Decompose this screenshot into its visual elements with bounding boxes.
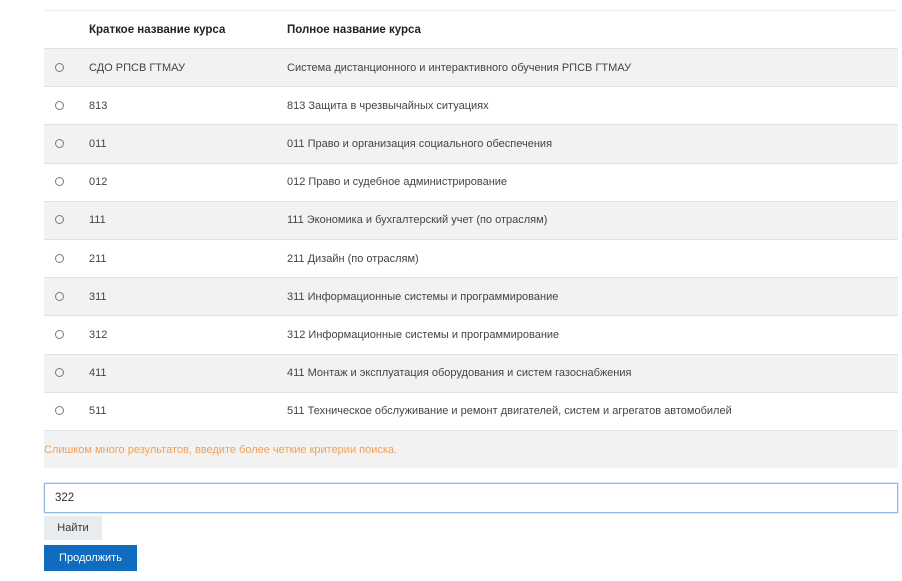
course-short-name: 813: [89, 99, 108, 112]
course-radio[interactable]: [55, 291, 64, 301]
too-many-results-warning: Слишком много результатов, введите более…: [44, 443, 398, 456]
course-radio[interactable]: [55, 368, 64, 378]
course-radio[interactable]: [55, 62, 64, 72]
table-header-row: Краткое название курса Полное название к…: [44, 10, 898, 49]
course-radio[interactable]: [55, 177, 64, 187]
course-full-name: 311 Информационные системы и программиро…: [287, 290, 559, 303]
continue-button[interactable]: Продолжить: [44, 545, 137, 571]
course-radio[interactable]: [55, 406, 64, 416]
course-full-name: 011 Право и организация социального обес…: [287, 137, 553, 150]
too-many-results-row: Слишком много результатов, введите более…: [44, 430, 898, 469]
course-short-name: СДО РПСВ ГТМАУ: [89, 61, 186, 74]
table-row[interactable]: 012 012 Право и судебное администрирован…: [44, 163, 898, 201]
course-radio[interactable]: [55, 253, 64, 263]
course-short-name: 311: [89, 290, 107, 303]
course-full-name: 411 Монтаж и эксплуатация оборудования и…: [287, 367, 632, 380]
course-table: Краткое название курса Полное название к…: [44, 10, 898, 469]
table-row[interactable]: 511 511 Техническое обслуживание и ремон…: [44, 392, 898, 430]
course-short-name: 511: [89, 405, 107, 418]
course-table-container: Краткое название курса Полное название к…: [44, 10, 898, 469]
course-radio[interactable]: [55, 329, 64, 339]
course-short-name: 411: [89, 367, 107, 380]
course-short-name: 211: [89, 252, 107, 265]
header-full-name[interactable]: Полное название курса: [287, 11, 898, 49]
table-row[interactable]: 011 011 Право и организация социального …: [44, 124, 898, 164]
table-row[interactable]: 411 411 Монтаж и эксплуатация оборудован…: [44, 354, 898, 393]
course-short-name: 312: [89, 328, 108, 341]
find-button[interactable]: Найти: [44, 516, 102, 540]
header-short-name[interactable]: Краткое название курса: [89, 11, 287, 49]
course-full-name: 813 Защита в чрезвычайных ситуациях: [287, 99, 489, 112]
table-row[interactable]: 211 211 Дизайн (по отраслям): [44, 239, 898, 277]
header-select: [44, 11, 89, 49]
table-row[interactable]: 111 111 Экономика и бухгалтерский учет (…: [44, 201, 898, 240]
table-row[interactable]: 312 312 Информационные системы и програм…: [44, 315, 898, 354]
course-short-name: 011: [89, 137, 107, 150]
course-full-name: 511 Техническое обслуживание и ремонт дв…: [287, 405, 732, 418]
table-row[interactable]: СДО РПСВ ГТМАУ Система дистанционного и …: [44, 48, 898, 87]
course-radio[interactable]: [55, 138, 64, 148]
course-radio[interactable]: [55, 215, 64, 225]
course-radio[interactable]: [55, 100, 64, 110]
search-input[interactable]: [44, 483, 898, 513]
table-row[interactable]: 311 311 Информационные системы и програм…: [44, 277, 898, 316]
table-row[interactable]: 813 813 Защита в чрезвычайных ситуациях: [44, 86, 898, 125]
course-full-name: 312 Информационные системы и программиро…: [287, 328, 560, 341]
course-full-name: 111 Экономика и бухгалтерский учет (по о…: [287, 214, 548, 227]
course-full-name: Система дистанционного и интерактивного …: [287, 61, 632, 74]
course-full-name: 211 Дизайн (по отраслям): [287, 252, 419, 265]
course-short-name: 012: [89, 176, 108, 189]
course-short-name: 111: [89, 214, 106, 227]
course-full-name: 012 Право и судебное администрирование: [287, 176, 508, 189]
